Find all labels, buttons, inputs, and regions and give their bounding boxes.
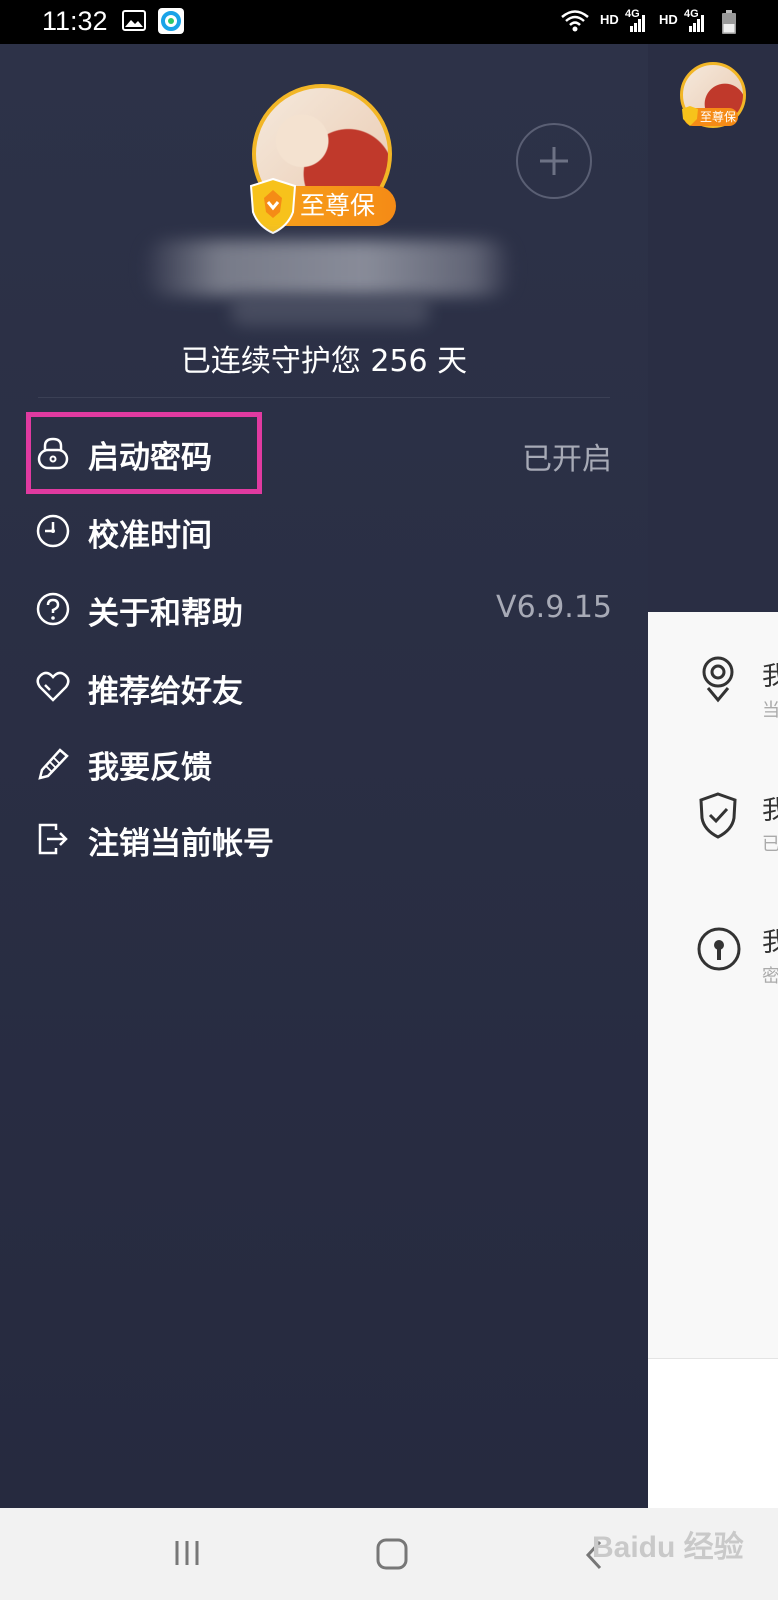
menu-item-calibrate-time[interactable]: 校准时间 xyxy=(36,502,612,562)
signal-icon xyxy=(630,15,645,32)
right-panel-row-2-sub: 已 xyxy=(762,834,778,855)
app-version: V6.9.15 xyxy=(496,590,612,625)
right-panel-row-2[interactable] xyxy=(698,792,738,844)
status-bar: 11:32 HD 4G HD 4G xyxy=(0,0,778,44)
plus-icon xyxy=(540,147,568,175)
menu-item-label: 推荐给好友 xyxy=(88,674,243,710)
location-icon xyxy=(702,656,734,703)
menu-item-label: 注销当前帐号 xyxy=(88,826,274,862)
menu-item-label: 关于和帮助 xyxy=(88,596,243,632)
network-type-1: HD xyxy=(600,12,619,27)
watermark: Baidu 经验 xyxy=(592,1531,744,1564)
menu-item-value: 已开启 xyxy=(522,442,612,477)
logout-icon xyxy=(38,823,68,855)
protection-days-text: 已连续守护您 256 天 xyxy=(180,344,468,379)
right-panel-row-3-sub: 密 xyxy=(762,966,778,987)
keyhole-icon xyxy=(697,927,741,971)
main-screen-bottom-area xyxy=(648,1358,778,1509)
network-type-2: HD xyxy=(659,12,678,27)
mini-shield-icon xyxy=(682,106,698,126)
heart-icon xyxy=(36,671,70,702)
battery-icon xyxy=(722,10,736,34)
wifi-icon xyxy=(561,10,589,32)
menu-item-label: 校准时间 xyxy=(88,518,212,554)
divider xyxy=(38,397,610,398)
right-panel-row-1[interactable] xyxy=(698,656,738,710)
right-panel-row-1-title: 我 xyxy=(762,662,778,692)
home-icon[interactable] xyxy=(376,1538,408,1570)
menu-item-label: 我要反馈 xyxy=(88,750,212,786)
gallery-icon xyxy=(122,10,146,31)
right-panel-row-3-title: 我 xyxy=(762,928,778,958)
menu-item-logout[interactable]: 注销当前帐号 xyxy=(36,810,612,870)
clock-icon xyxy=(36,514,70,548)
shield-check-icon xyxy=(699,792,737,839)
signal-icon xyxy=(689,15,704,32)
menu-item-about-help[interactable]: 关于和帮助 V6.9.15 xyxy=(36,580,612,640)
right-panel-row-1-sub: 当 xyxy=(762,700,778,721)
highlight-box xyxy=(26,412,262,494)
recent-apps-icon[interactable] xyxy=(172,1538,202,1568)
help-icon xyxy=(36,592,70,626)
right-panel-row-2-title: 我 xyxy=(762,796,778,826)
blurred-account-name xyxy=(146,240,510,296)
main-screen-header-bg xyxy=(648,44,778,614)
pencil-icon xyxy=(38,748,69,780)
right-panel-row-3[interactable] xyxy=(696,926,742,976)
blurred-account-id xyxy=(230,296,430,326)
status-time: 11:32 xyxy=(42,6,108,36)
menu-item-recommend-friends[interactable]: 推荐给好友 xyxy=(36,658,612,718)
app-notification-icon xyxy=(158,8,184,34)
vip-shield-icon xyxy=(250,178,296,234)
add-account-button[interactable] xyxy=(516,123,592,199)
menu-item-feedback[interactable]: 我要反馈 xyxy=(36,734,612,794)
